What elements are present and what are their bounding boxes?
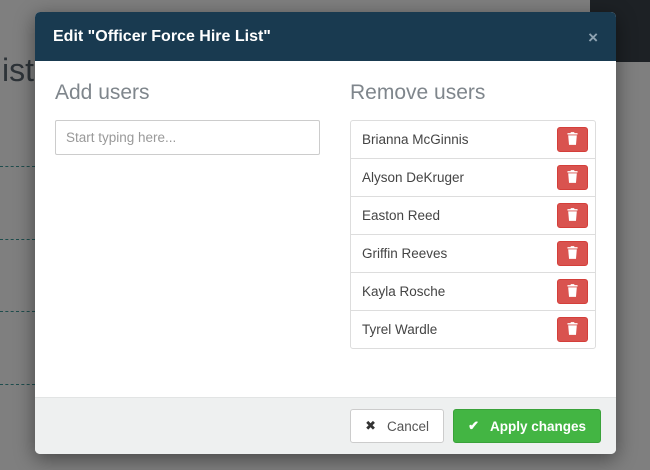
modal-footer: ✖ Cancel ✔ Apply changes	[35, 397, 616, 454]
modal-title: Edit "Officer Force Hire List"	[53, 28, 271, 45]
remove-users-section: Remove users Brianna McGinnis Alyson DeK…	[350, 81, 596, 373]
trash-icon	[567, 321, 578, 338]
delete-user-button[interactable]	[557, 165, 588, 190]
user-list-item: Alyson DeKruger	[350, 158, 596, 197]
delete-user-button[interactable]	[557, 127, 588, 152]
user-name: Kayla Rosche	[362, 284, 446, 299]
user-list-item: Brianna McGinnis	[350, 120, 596, 159]
edit-list-modal: Edit "Officer Force Hire List" × Add use…	[35, 12, 616, 454]
remove-users-heading: Remove users	[350, 81, 486, 104]
add-users-section: Add users	[55, 81, 320, 373]
user-name: Easton Reed	[362, 208, 441, 223]
add-users-heading: Add users	[55, 81, 150, 104]
user-name: Griffin Reeves	[362, 246, 448, 261]
trash-icon	[567, 169, 578, 186]
delete-user-button[interactable]	[557, 241, 588, 266]
remove-users-list: Brianna McGinnis Alyson DeKruger Easton …	[350, 120, 596, 349]
apply-changes-button-label: Apply changes	[489, 418, 586, 434]
trash-icon	[567, 283, 578, 300]
cancel-button-label: Cancel	[387, 418, 430, 434]
user-name: Brianna McGinnis	[362, 132, 469, 147]
delete-user-button[interactable]	[557, 317, 588, 342]
modal-header: Edit "Officer Force Hire List" ×	[35, 12, 616, 61]
check-icon: ✔	[468, 418, 479, 433]
cancel-button[interactable]: ✖ Cancel	[350, 409, 445, 443]
user-list-item: Kayla Rosche	[350, 272, 596, 311]
add-user-input[interactable]	[55, 120, 320, 155]
user-list-item: Tyrel Wardle	[350, 310, 596, 349]
trash-icon	[567, 245, 578, 262]
close-icon[interactable]: ×	[588, 29, 598, 46]
user-list-item: Griffin Reeves	[350, 234, 596, 273]
x-icon: ✖	[365, 418, 377, 433]
trash-icon	[567, 131, 578, 148]
trash-icon	[567, 207, 578, 224]
modal-body: Add users Remove users Brianna McGinnis …	[35, 61, 616, 397]
user-name: Alyson DeKruger	[362, 170, 465, 185]
delete-user-button[interactable]	[557, 279, 588, 304]
delete-user-button[interactable]	[557, 203, 588, 228]
user-name: Tyrel Wardle	[362, 322, 438, 337]
apply-changes-button[interactable]: ✔ Apply changes	[453, 409, 601, 443]
user-list-item: Easton Reed	[350, 196, 596, 235]
